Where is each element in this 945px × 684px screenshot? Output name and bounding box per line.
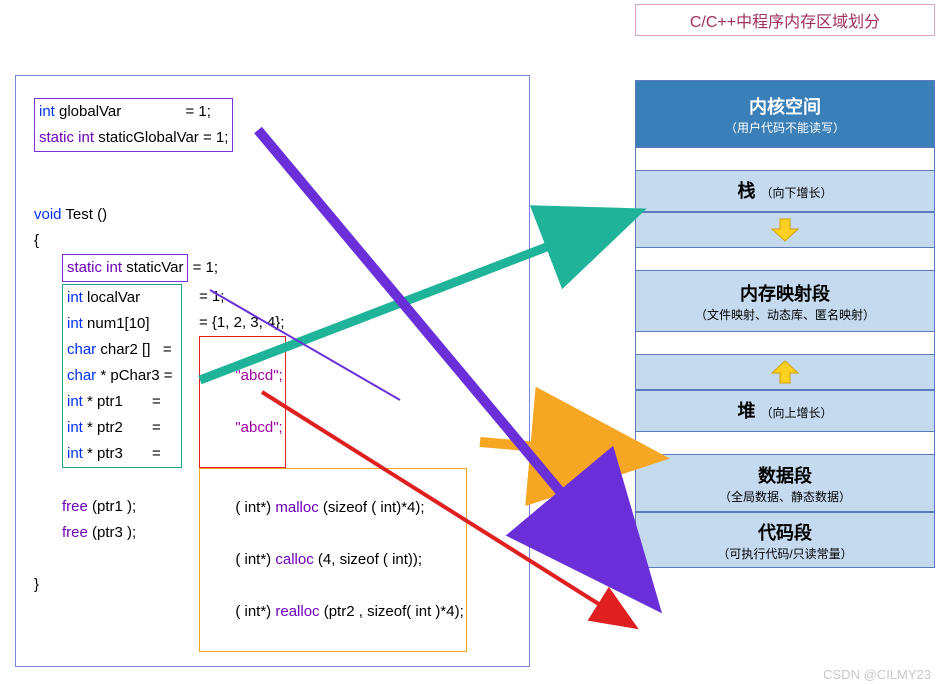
watermark: CSDN @CILMY23: [823, 667, 931, 682]
memory-column: 内核空间 （用户代码不能读写） 栈 （向下增长） 内存映射段 （文件映射、动态库…: [635, 80, 935, 568]
code-line: static int staticGlobalVar = 1;: [39, 125, 228, 151]
code-line: int globalVar = 1;: [39, 99, 228, 125]
segment-code: 代码段 （可执行代码/只读常量）: [636, 512, 934, 568]
segment-gap: [636, 332, 934, 354]
globals-box: int globalVar = 1; static int staticGlob…: [34, 98, 233, 152]
blank-line: [34, 176, 511, 202]
arrow-down-icon: [770, 217, 800, 243]
segment-heap: 堆 （向上增长）: [636, 390, 934, 432]
fn-decl: void Test (): [34, 202, 511, 228]
segment-kernel: 内核空间 （用户代码不能读写）: [636, 80, 934, 148]
segment-stack: 栈 （向下增长）: [636, 170, 934, 212]
segment-data: 数据段 （全局数据、静态数据）: [636, 454, 934, 512]
segment-gap: [636, 148, 934, 170]
string-literal-box: "abcd"; "abcd";: [199, 336, 286, 468]
diagram-title: C/C++中程序内存区域划分: [635, 4, 935, 36]
segment-gap: [636, 248, 934, 270]
stack-arrow-row: [636, 212, 934, 248]
brace-open: {: [34, 228, 511, 254]
arrow-up-icon: [770, 359, 800, 385]
heap-arrow-row: [636, 354, 934, 390]
code-panel: int globalVar = 1; static int staticGlob…: [15, 75, 530, 667]
static-local-box: static int staticVar: [62, 254, 188, 282]
segment-gap: [636, 432, 934, 454]
static-local: static int staticVar = 1;: [34, 254, 511, 282]
alloc-box: ( int*) malloc (sizeof ( int)*4); ( int*…: [199, 468, 467, 652]
segment-mmap: 内存映射段 （文件映射、动态库、匿名映射）: [636, 270, 934, 332]
locals-box: int localVar int num1[10] char char2 [] …: [62, 284, 182, 468]
